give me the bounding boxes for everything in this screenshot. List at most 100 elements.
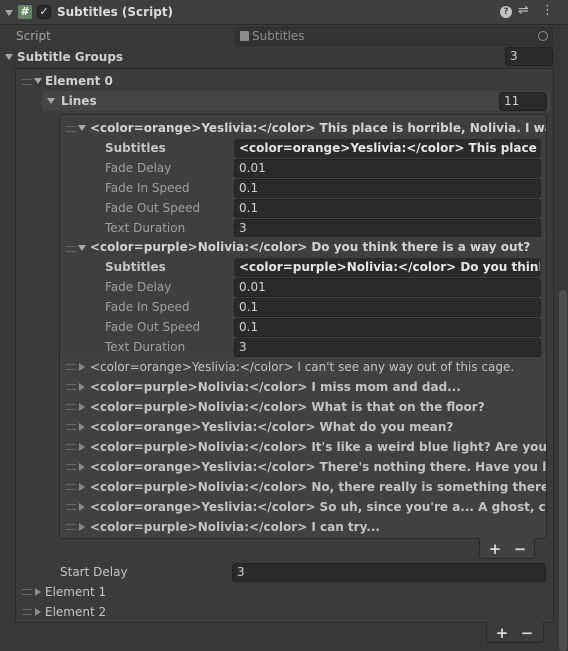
component-title: Subtitles (Script) [57,5,174,19]
element2-drag-handle[interactable] [22,609,32,615]
element1-foldout[interactable] [35,588,41,596]
element1-drag-handle[interactable] [22,589,32,595]
drag-handle[interactable] [66,424,76,430]
lines-foldout[interactable] [47,98,55,104]
drag-handle[interactable] [66,464,76,470]
remove-line-button[interactable]: − [511,540,529,558]
fade-out-speed-field[interactable]: 0.1 [234,199,541,218]
drag-handle[interactable] [66,444,76,450]
fade-in-speed-label: Fade In Speed [105,181,190,195]
line-title: <color=purple>Nolivia:</color> No, there… [90,480,546,494]
fade-delay-label: Fade Delay [105,161,172,175]
drag-handle[interactable] [66,504,76,510]
element0-label: Element 0 [45,74,113,88]
enabled-checkbox[interactable]: ✓ [37,5,51,19]
line-foldout[interactable] [79,443,85,451]
list-item[interactable]: <color=purple>Nolivia:</color> What is t… [60,397,546,417]
element1-label[interactable]: Element 1 [45,582,106,602]
line-title: <color=orange>Yeslivia:</color> I can't … [90,360,515,374]
collapsed-lines: <color=orange>Yeslivia:</color> I can't … [60,357,547,537]
hash-icon: # [18,5,32,19]
drag-handle[interactable] [66,126,76,132]
subtitle-groups-count[interactable]: 3 [505,47,553,66]
list-item[interactable]: <color=orange>Yeslivia:</color> What do … [60,417,546,437]
list-item[interactable]: <color=purple>Nolivia:</color> I can try… [60,517,546,537]
remove-group-button[interactable]: − [518,624,536,642]
script-label: Script [16,29,51,43]
element0-drag-handle[interactable] [22,79,32,85]
list-item[interactable]: <color=purple>Nolivia:</color> I miss mo… [60,377,546,397]
vertical-scrollbar[interactable] [559,290,567,651]
drag-handle[interactable] [66,246,76,252]
line-foldout[interactable] [78,245,86,251]
line-foldout[interactable] [79,463,85,471]
lines-count[interactable]: 11 [499,92,547,111]
text-duration-label: Text Duration [105,221,186,235]
fade-in-speed-field[interactable]: 0.1 [234,179,541,198]
help-icon[interactable]: ? [500,6,512,18]
drag-handle[interactable] [66,524,76,530]
line-foldout[interactable] [79,523,85,531]
line-foldout[interactable] [78,125,86,131]
line-foldout[interactable] [79,503,85,511]
subtitle-groups-label: Subtitle Groups [17,50,124,64]
fade-out-speed-label: Fade Out Speed [105,320,201,334]
text-duration-field[interactable]: 3 [234,338,541,357]
add-group-button[interactable]: + [493,624,511,642]
script-asset-icon [240,31,249,41]
element0-foldout[interactable] [34,78,42,84]
line-title: <color=purple>Nolivia:</color> It's like… [90,440,547,454]
text-duration-field[interactable]: 3 [234,219,541,238]
line-foldout[interactable] [79,483,85,491]
start-delay-label: Start Delay [60,565,128,579]
drag-handle[interactable] [66,484,76,490]
kebab-menu-icon[interactable]: ⋮ [541,3,554,18]
subtitles-field[interactable]: <color=orange>Yeslivia:</color> This pla… [234,139,541,158]
presets-icon[interactable]: ⇌ [518,3,529,18]
drag-handle[interactable] [66,384,76,390]
subtitles-field[interactable]: <color=purple>Nolivia:</color> Do you th… [234,258,541,277]
component-foldout-arrow[interactable] [5,10,13,16]
list-item[interactable]: <color=orange>Yeslivia:</color> There's … [60,457,547,477]
line-title: <color=purple>Nolivia:</color> I miss mo… [90,380,461,394]
element2-label[interactable]: Element 2 [45,602,106,622]
line-item-expanded: <color=purple>Nolivia:</color> Do you th… [60,237,546,357]
drag-handle[interactable] [66,364,76,370]
line-foldout[interactable] [79,403,85,411]
drag-handle[interactable] [66,404,76,410]
line-title: <color=orange>Yeslivia:</color> What do … [90,420,454,434]
fade-out-speed-label: Fade Out Speed [105,201,201,215]
line-title: <color=purple>Nolivia:</color> I can try… [90,520,380,534]
subtitles-label: Subtitles [105,260,166,274]
lines-label: Lines [61,94,97,108]
line-foldout[interactable] [79,383,85,391]
fade-delay-label: Fade Delay [105,280,172,294]
add-line-button[interactable]: + [486,540,504,558]
line-item-expanded: <color=orange>Yeslivia:</color> This pla… [60,117,546,238]
line-foldout[interactable] [79,363,85,371]
object-picker-icon[interactable] [538,31,548,41]
list-item[interactable]: <color=purple>Nolivia:</color> It's like… [60,437,547,457]
line-title: <color=orange>Yeslivia:</color> So uh, s… [90,500,546,514]
line-title: <color=purple>Nolivia:</color> What is t… [90,400,485,414]
fade-delay-field[interactable]: 0.01 [234,278,541,297]
fade-out-speed-field[interactable]: 0.1 [234,318,541,337]
subtitles-label: Subtitles [105,141,166,155]
start-delay-field[interactable]: 3 [232,563,546,582]
script-field-value: Subtitles [252,29,305,43]
script-field: Subtitles [235,27,553,46]
subtitle-groups-foldout[interactable] [5,54,13,60]
list-item[interactable]: <color=orange>Yeslivia:</color> So uh, s… [60,497,546,517]
line-title: <color=orange>Yeslivia:</color> There's … [90,460,547,474]
fade-delay-field[interactable]: 0.01 [234,159,541,178]
line-foldout[interactable] [79,423,85,431]
lines-header [42,91,550,111]
list-item[interactable]: <color=orange>Yeslivia:</color> I can't … [60,357,546,377]
list-item[interactable]: <color=purple>Nolivia:</color> No, there… [60,477,546,497]
text-duration-label: Text Duration [105,340,186,354]
lines-list: <color=orange>Yeslivia:</color> This pla… [59,114,547,539]
element2-foldout[interactable] [35,608,41,616]
line-title: <color=purple>Nolivia:</color> Do you th… [90,240,531,254]
fade-in-speed-field[interactable]: 0.1 [234,298,541,317]
fade-in-speed-label: Fade In Speed [105,300,190,314]
